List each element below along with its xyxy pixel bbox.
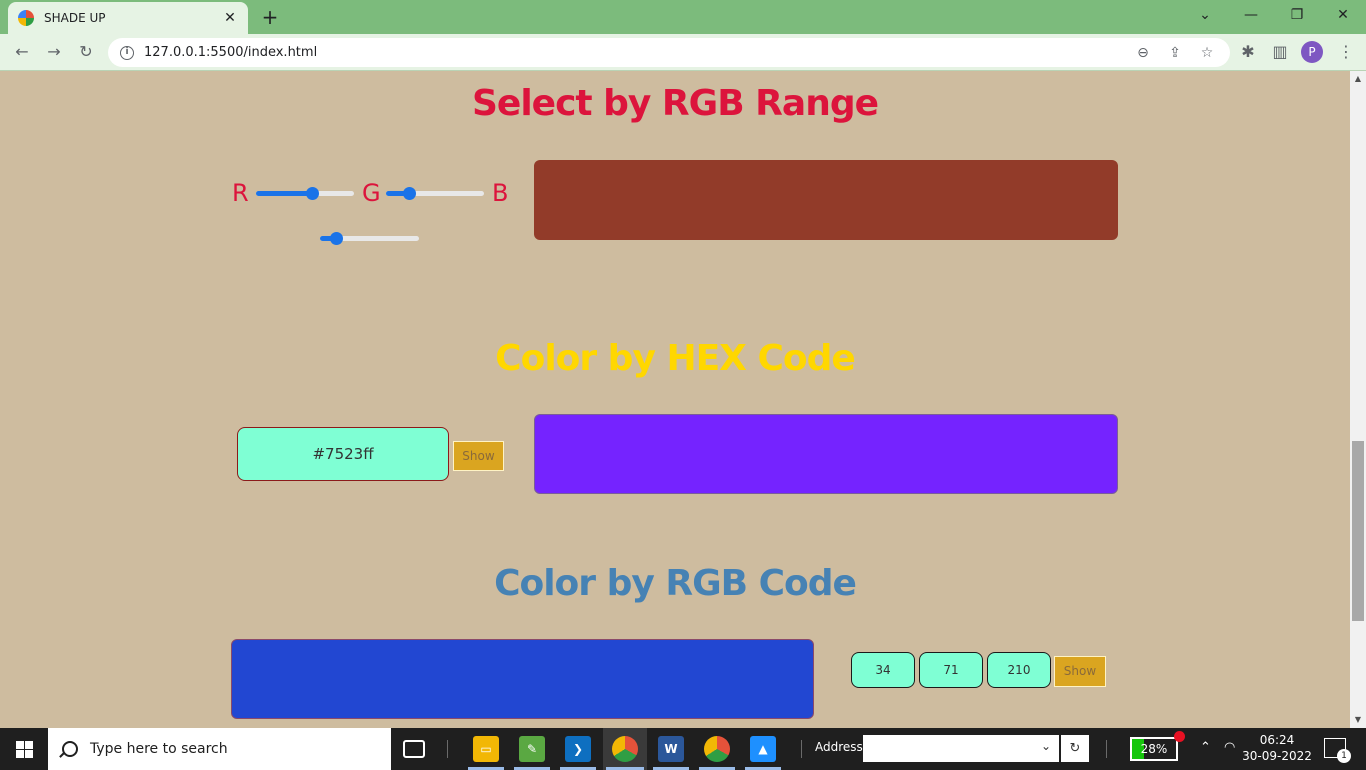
- scroll-down-arrow-icon[interactable]: ▼: [1350, 712, 1366, 728]
- tab-title: SHADE UP: [44, 11, 106, 25]
- hex-code-input[interactable]: #7523ff: [237, 427, 449, 481]
- browser-tab-strip: SHADE UP ✕ + ⌄ — ❐ ✕: [0, 0, 1366, 34]
- address-toolbar-label: Address: [815, 740, 863, 754]
- hex-show-button[interactable]: Show: [453, 441, 504, 471]
- close-tab-icon[interactable]: ✕: [222, 10, 238, 26]
- page-scrollbar[interactable]: ▲ ▼: [1350, 71, 1366, 728]
- slider-thumb[interactable]: [402, 187, 416, 200]
- word-icon[interactable]: W: [658, 736, 684, 762]
- notification-count-badge: 1: [1337, 749, 1351, 763]
- start-button[interactable]: [0, 728, 48, 770]
- clock-date: 30-09-2022: [1242, 749, 1312, 763]
- chrome-profile-p-icon[interactable]: [612, 736, 638, 762]
- system-clock[interactable]: 06:24 30-09-2022: [1240, 732, 1314, 764]
- close-window-button[interactable]: ✕: [1320, 0, 1366, 30]
- profile-avatar[interactable]: P: [1301, 41, 1323, 63]
- new-tab-button[interactable]: +: [258, 5, 282, 29]
- rgb-range-color-preview: [534, 160, 1118, 240]
- windows-logo-pane: [16, 750, 24, 758]
- taskbar-search-box[interactable]: Type here to search: [48, 728, 391, 770]
- address-url: 127.0.0.1:5500/index.html: [144, 45, 318, 60]
- browser-menu-icon[interactable]: ⋮: [1334, 40, 1358, 64]
- battery-indicator[interactable]: 28%: [1130, 731, 1185, 761]
- rgb-code-heading: Color by RGB Code: [494, 563, 857, 604]
- battery-alert-dot: [1174, 731, 1185, 742]
- hex-heading: Color by HEX Code: [495, 338, 856, 379]
- slider-fill: [256, 191, 313, 196]
- vscode-icon[interactable]: ❯: [565, 736, 591, 762]
- clock-time: 06:24: [1259, 733, 1295, 747]
- blue-slider[interactable]: [320, 231, 419, 247]
- windows-logo-pane: [25, 741, 33, 749]
- taskbar-separator: [1106, 740, 1107, 758]
- address-toolbar-input[interactable]: ⌄: [863, 735, 1059, 762]
- side-panel-icon[interactable]: ▥: [1268, 40, 1292, 64]
- show-hidden-icons-chevron-icon[interactable]: ⌃: [1200, 740, 1211, 755]
- site-favicon-icon: [18, 10, 34, 26]
- share-icon[interactable]: ⇪: [1164, 42, 1186, 64]
- slider-thumb[interactable]: [306, 187, 320, 200]
- red-value-input[interactable]: 34: [851, 652, 915, 688]
- notepad-icon[interactable]: ✎: [519, 736, 545, 762]
- wifi-icon[interactable]: ◠: [1224, 740, 1235, 755]
- red-slider[interactable]: [256, 186, 354, 202]
- site-info-icon[interactable]: i: [120, 45, 134, 60]
- forward-button[interactable]: →: [42, 40, 66, 64]
- web-page: Select by RGB Range R G B Color by HEX C…: [0, 71, 1350, 728]
- browser-tab[interactable]: SHADE UP ✕: [8, 2, 248, 34]
- tab-search-chevron-icon[interactable]: ⌄: [1182, 0, 1228, 30]
- blue-channel-label: B: [492, 179, 509, 207]
- search-placeholder: Type here to search: [90, 741, 228, 757]
- file-explorer-icon[interactable]: ▭: [473, 736, 499, 762]
- chrome-profile-m-icon[interactable]: [704, 736, 730, 762]
- reload-button[interactable]: ↻: [74, 40, 98, 64]
- blue-value-input[interactable]: 210: [987, 652, 1051, 688]
- browser-toolbar: ← → ↻ i 127.0.0.1:5500/index.html ⊖ ⇪ ☆ …: [0, 34, 1366, 71]
- slider-thumb[interactable]: [329, 232, 343, 245]
- search-icon: [62, 741, 78, 757]
- green-value-input[interactable]: 71: [919, 652, 983, 688]
- battery-percent: 28%: [1140, 742, 1168, 756]
- task-view-icon[interactable]: [403, 740, 425, 758]
- rgb-show-button[interactable]: Show: [1054, 656, 1106, 687]
- chevron-down-icon[interactable]: ⌄: [1041, 739, 1051, 753]
- rgb-code-color-preview: [231, 639, 814, 719]
- back-button[interactable]: ←: [10, 40, 34, 64]
- green-channel-label: G: [362, 179, 381, 207]
- address-bar[interactable]: i 127.0.0.1:5500/index.html ⊖ ⇪ ☆: [108, 38, 1230, 67]
- photos-icon[interactable]: ▲: [750, 736, 776, 762]
- green-slider[interactable]: [386, 186, 484, 202]
- taskbar-separator: [801, 740, 802, 758]
- minimize-button[interactable]: —: [1228, 0, 1274, 30]
- windows-logo-pane: [25, 750, 33, 758]
- windows-logo-icon: [16, 741, 24, 749]
- restore-button[interactable]: ❐: [1274, 0, 1320, 30]
- notification-center-icon[interactable]: 1: [1324, 738, 1351, 763]
- scroll-up-arrow-icon[interactable]: ▲: [1350, 71, 1366, 87]
- bookmark-star-icon[interactable]: ☆: [1196, 42, 1218, 64]
- hex-color-preview: [534, 414, 1118, 494]
- windows-taskbar: Type here to search ▭ ✎ ❯ W ▲ Address ⌄ …: [0, 728, 1366, 770]
- extensions-icon[interactable]: ✱: [1236, 40, 1260, 64]
- taskbar-separator: [447, 740, 448, 758]
- scrollbar-thumb[interactable]: [1352, 441, 1364, 621]
- red-channel-label: R: [232, 179, 249, 207]
- address-go-icon[interactable]: ↻: [1061, 735, 1089, 762]
- zoom-icon[interactable]: ⊖: [1132, 42, 1154, 64]
- rgb-range-heading: Select by RGB Range: [471, 83, 879, 124]
